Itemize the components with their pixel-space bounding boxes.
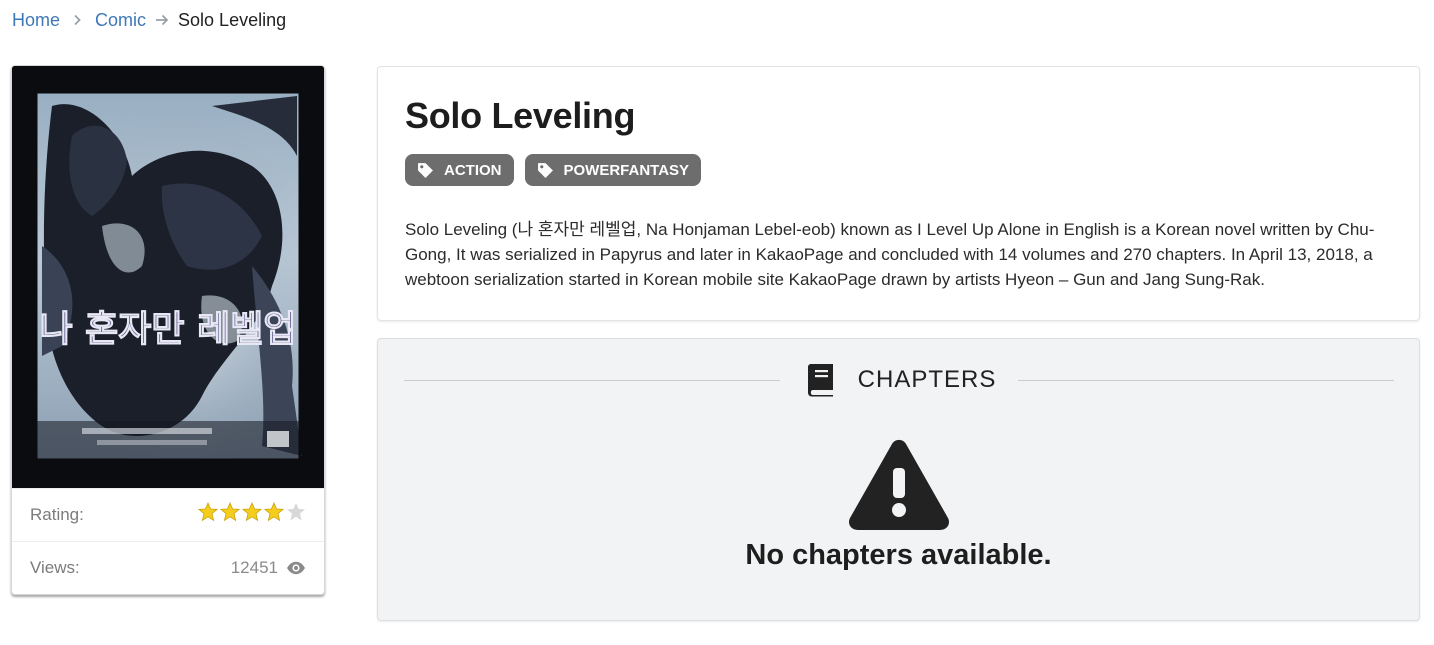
arrow-right-icon [155, 14, 169, 26]
eye-icon [287, 561, 305, 575]
comic-info-card: Solo Leveling ACTION POWERFANTASY Solo L… [377, 66, 1420, 321]
divider [404, 379, 780, 381]
breadcrumb: Home Comic Solo Leveling [12, 8, 286, 32]
book-icon [807, 364, 833, 397]
warning-icon [848, 439, 950, 530]
rating-row: Rating: [12, 488, 324, 541]
tag-label: POWERFANTASY [563, 161, 690, 179]
rating-label: Rating: [30, 505, 84, 524]
chevron-right-icon [73, 14, 82, 26]
star-filled-icon[interactable] [242, 502, 262, 522]
breadcrumb-home-link[interactable]: Home [12, 10, 60, 31]
cover-title-art: 나 혼자만 레벨업 [40, 309, 297, 350]
tag-list: ACTION POWERFANTASY [405, 154, 702, 186]
manga-cover-image[interactable]: 나 혼자만 레벨업 [12, 66, 324, 488]
chapters-heading: CHAPTERS [404, 361, 1394, 399]
views-count: 12451 [230, 558, 278, 577]
tag-label: ACTION [444, 161, 502, 179]
rating-stars[interactable] [198, 502, 306, 522]
tag-powerfantasy[interactable]: POWERFANTASY [524, 154, 702, 186]
tag-icon [418, 162, 433, 178]
star-filled-icon[interactable] [264, 502, 284, 522]
breadcrumb-current: Solo Leveling [178, 9, 287, 30]
comic-cover-card: 나 혼자만 레벨업 Rating: Views: 12451 [11, 65, 325, 595]
breadcrumb-comic-link[interactable]: Comic [95, 10, 146, 31]
tag-action[interactable]: ACTION [405, 154, 514, 186]
empty-state-message: No chapters available. [745, 539, 1052, 571]
star-empty-icon[interactable] [286, 502, 306, 522]
chapters-title: CHAPTERS [857, 366, 997, 393]
divider [1018, 379, 1394, 381]
views-row: Views: 12451 [12, 541, 324, 594]
star-filled-icon[interactable] [198, 502, 218, 522]
tag-icon [537, 162, 553, 178]
star-filled-icon[interactable] [220, 502, 240, 522]
comic-description: Solo Leveling (나 혼자만 레벨업, Na Honjaman Le… [405, 220, 1375, 289]
comic-title: Solo Leveling [405, 95, 636, 136]
chapters-panel: CHAPTERS No chapters available. [377, 338, 1420, 621]
views-label: Views: [30, 558, 80, 577]
